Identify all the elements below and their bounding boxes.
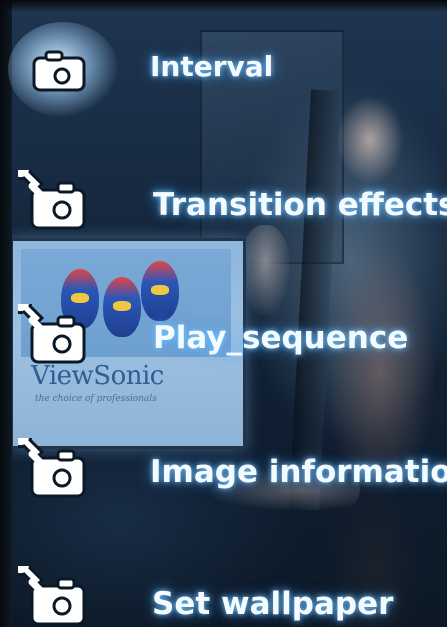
wrench-camera-icon <box>18 170 86 230</box>
menu-item-set-wallpaper[interactable]: Set wallpaper <box>0 560 447 627</box>
menu-item-label: Play_sequence <box>153 320 409 356</box>
menu-item-play-sequence[interactable]: Play_sequence <box>0 298 447 378</box>
menu-item-label: Interval <box>150 50 274 83</box>
menu-item-label: Transition effects <box>153 187 447 223</box>
slideshow-settings-screen: ViewSonic the choice of professionals In… <box>0 0 447 627</box>
menu-item-transition-effects[interactable]: Transition effects <box>0 160 447 240</box>
settings-menu: Interval Transition effects Play_sequenc… <box>0 0 447 627</box>
menu-item-label: Set wallpaper <box>152 586 394 622</box>
camera-icon <box>32 50 86 92</box>
menu-item-image-information[interactable]: Image information <box>0 432 447 512</box>
wrench-camera-icon <box>18 438 86 498</box>
menu-item-interval[interactable]: Interval <box>0 22 447 117</box>
wrench-camera-icon <box>18 566 86 626</box>
menu-item-label: Image information <box>150 454 447 490</box>
wrench-camera-icon <box>18 304 86 364</box>
